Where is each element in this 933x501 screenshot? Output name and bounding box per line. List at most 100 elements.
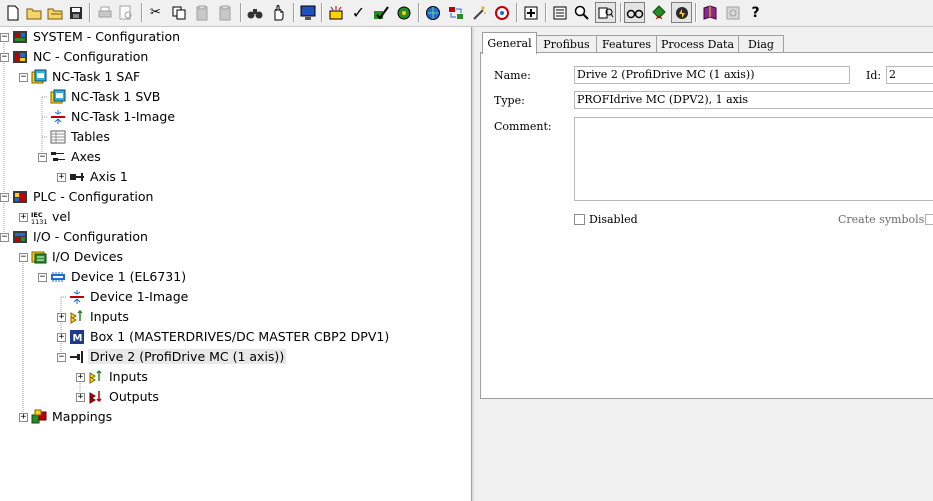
tree-item-drive-inputs[interactable]: Inputs: [88, 367, 150, 386]
help-icon[interactable]: ?: [745, 2, 766, 23]
toolbar-separator: [516, 3, 518, 22]
monitor-icon[interactable]: [297, 2, 318, 23]
tab-process-data[interactable]: Process Data: [656, 35, 739, 53]
print-preview-icon[interactable]: [115, 2, 136, 23]
expand-icon[interactable]: +: [19, 213, 28, 222]
iec-icon: IEC 1131: [31, 209, 48, 226]
settings-icon[interactable]: [722, 2, 743, 23]
find-icon[interactable]: [244, 2, 265, 23]
tree-item-axes[interactable]: Axes: [50, 147, 103, 166]
tree-item-system[interactable]: SYSTEM - Configuration: [12, 27, 182, 46]
tab-diag[interactable]: Diag: [738, 35, 784, 53]
expand-icon[interactable]: +: [57, 173, 66, 182]
expand-icon[interactable]: +: [19, 413, 28, 422]
add-item-icon[interactable]: [520, 2, 541, 23]
save-icon[interactable]: [65, 2, 86, 23]
book-icon[interactable]: [699, 2, 720, 23]
tree-item-inputs[interactable]: Inputs: [69, 307, 131, 326]
target-icon[interactable]: [491, 2, 512, 23]
online-view-icon[interactable]: [595, 2, 616, 23]
open-icon[interactable]: [44, 2, 65, 23]
tree-item-label: Drive 2 (ProfiDrive MC (1 axis)): [88, 349, 287, 364]
system-icon: [12, 29, 28, 45]
expand-icon[interactable]: +: [57, 333, 66, 342]
collapse-icon[interactable]: −: [19, 253, 28, 262]
collapse-icon[interactable]: −: [57, 353, 66, 362]
tree-item-vel[interactable]: IEC 1131 vel: [31, 207, 73, 226]
print-icon[interactable]: [94, 2, 115, 23]
tree-item-nc-task-svb[interactable]: NC-Task 1 SVB: [50, 87, 162, 106]
collapse-icon[interactable]: −: [38, 153, 47, 162]
check-configuration-icon[interactable]: ✓: [348, 2, 369, 23]
tree-diamond-icon[interactable]: [648, 2, 669, 23]
restart-icon[interactable]: [445, 2, 466, 23]
network-icon[interactable]: [422, 2, 443, 23]
tree-item-label: vel: [52, 209, 71, 224]
tree-item-drive-2[interactable]: Drive 2 (ProfiDrive MC (1 axis)): [69, 347, 287, 366]
tree-item-device-1-image[interactable]: Device 1-Image: [69, 287, 190, 306]
name-label: Name:: [494, 69, 531, 82]
magic-wand-icon[interactable]: [468, 2, 489, 23]
tree-item-label: NC-Task 1 SAF: [52, 69, 141, 84]
image-icon: [50, 109, 66, 125]
activate-configuration-icon[interactable]: [370, 2, 391, 23]
svg-text:M: M: [73, 333, 83, 344]
collapse-icon[interactable]: −: [0, 193, 9, 202]
tree-item-tables[interactable]: Tables: [50, 127, 112, 146]
tab-profibus[interactable]: Profibus: [536, 35, 597, 53]
tree-item-drive-outputs[interactable]: Outputs: [88, 387, 161, 406]
disabled-checkbox[interactable]: [574, 214, 585, 225]
glasses-icon[interactable]: [624, 2, 645, 23]
collapse-icon[interactable]: −: [0, 33, 9, 42]
collapse-icon[interactable]: −: [19, 73, 28, 82]
solution-tree[interactable]: SYSTEM - Configuration − NC - Configuratio…: [0, 27, 471, 501]
tab-features[interactable]: Features: [596, 35, 657, 53]
collapse-icon[interactable]: −: [0, 53, 9, 62]
paste-with-links-icon[interactable]: [214, 2, 235, 23]
generate-mappings-icon[interactable]: [325, 2, 346, 23]
io-devices-icon: [31, 249, 47, 265]
tree-item-nc[interactable]: NC - Configuration: [12, 47, 150, 66]
expand-icon[interactable]: +: [76, 393, 85, 402]
toolbar-separator: [293, 3, 295, 22]
toolbar-separator: [418, 3, 420, 22]
tree-item-nc-task-saf[interactable]: NC-Task 1 SAF: [31, 67, 142, 86]
create-symbols-checkbox[interactable]: [925, 214, 933, 225]
tree-item-mappings[interactable]: Mappings: [31, 407, 114, 426]
zoom-icon[interactable]: [571, 2, 592, 23]
tree-item-label: I/O - Configuration: [33, 229, 148, 244]
list-view-icon[interactable]: [549, 2, 570, 23]
tree-item-io[interactable]: I/O - Configuration: [12, 227, 150, 246]
expand-icon[interactable]: +: [57, 313, 66, 322]
find-next-icon[interactable]: [267, 2, 288, 23]
paste-icon[interactable]: [191, 2, 212, 23]
expand-icon[interactable]: +: [76, 373, 85, 382]
outputs-icon: [88, 389, 104, 405]
cut-icon[interactable]: ✂: [145, 2, 166, 23]
collapse-icon[interactable]: −: [0, 233, 9, 242]
tree-item-device-1[interactable]: Device 1 (EL6731): [50, 267, 188, 286]
open-folder-icon[interactable]: [23, 2, 44, 23]
collapse-icon[interactable]: −: [38, 273, 47, 282]
show-online-icon[interactable]: [671, 2, 692, 23]
copy-icon[interactable]: [168, 2, 189, 23]
name-field[interactable]: Drive 2 (ProfiDrive MC (1 axis)): [574, 66, 850, 84]
id-field[interactable]: 2: [886, 66, 933, 84]
tree-item-axis-1[interactable]: Axis 1: [69, 167, 130, 186]
tree-item-nc-task-image[interactable]: NC-Task 1-Image: [50, 107, 177, 126]
tab-general[interactable]: General: [482, 32, 537, 54]
tree-item-label: NC-Task 1-Image: [71, 109, 176, 124]
tree-item-label: Tables: [71, 129, 110, 144]
new-file-icon[interactable]: [2, 2, 23, 23]
comment-textarea[interactable]: ▲ ▼: [574, 117, 933, 201]
table-icon: [50, 129, 66, 145]
profibus-device-icon: [50, 269, 66, 285]
tree-item-label: Box 1 (MASTERDRIVES/DC MASTER CBP2 DPV1): [90, 329, 390, 344]
toolbar-separator: [141, 3, 143, 22]
tree-item-io-devices[interactable]: I/O Devices: [31, 247, 125, 266]
tree-item-label: Inputs: [90, 309, 129, 324]
tree-item-box-1[interactable]: M Box 1 (MASTERDRIVES/DC MASTER CBP2 DPV1…: [69, 327, 391, 346]
type-label: Type:: [494, 94, 525, 107]
set-run-mode-icon[interactable]: [393, 2, 414, 23]
tree-item-plc[interactable]: PLC - Configuration: [12, 187, 155, 206]
